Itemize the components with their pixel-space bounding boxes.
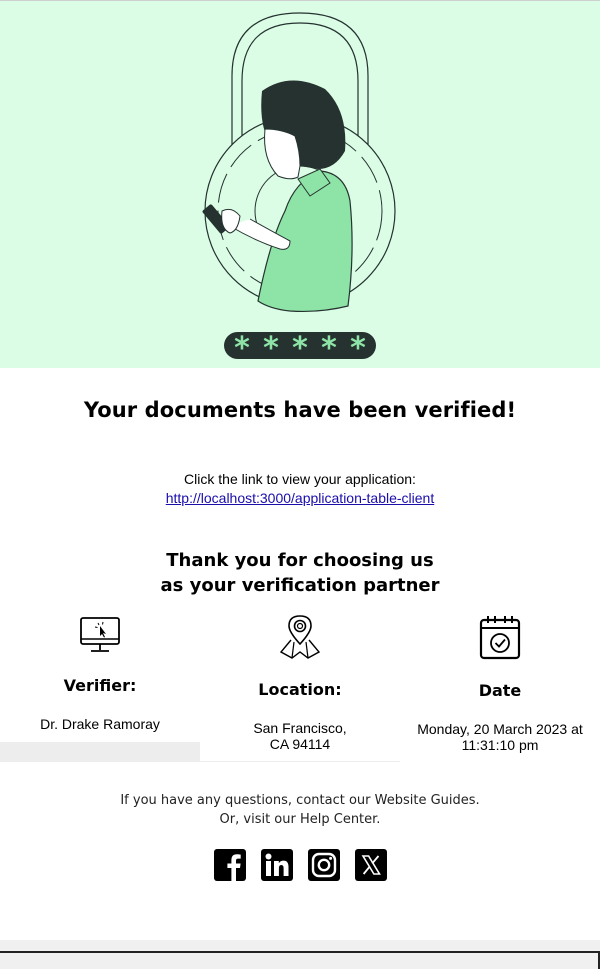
verifier-value: Dr. Drake Ramoray: [40, 716, 160, 732]
location-value-line-2: CA 94114: [269, 736, 331, 752]
woman-with-phone-padlock-illustration: [202, 12, 396, 313]
x-icon[interactable]: [355, 849, 387, 881]
location-title: Location:: [258, 680, 342, 699]
help-text-line-1: If you have any questions, contact our W…: [120, 793, 480, 808]
application-link[interactable]: http://localhost:3000/application-table-…: [166, 490, 435, 506]
date-column: Date Monday, 20 March 2023 at 11:31:10 p…: [400, 614, 600, 753]
linkedin-icon[interactable]: [261, 849, 293, 881]
mask-char: *: [321, 331, 337, 366]
thanks-line-2: as your verification partner: [160, 575, 440, 596]
mask-char: *: [292, 331, 308, 366]
help-text-line-2: Or, visit our Help Center.: [219, 812, 381, 827]
location-value-line-1: San Francisco,: [253, 720, 347, 736]
mask-char: *: [350, 331, 366, 366]
divider: [200, 761, 400, 762]
computer-icon: [80, 617, 120, 652]
footer-band: [0, 940, 600, 969]
application-link-row: http://localhost:3000/application-table-…: [0, 490, 600, 506]
hero-banner: * * * * *: [0, 1, 600, 368]
password-mask-pill: * * * * *: [224, 331, 376, 366]
thanks-line-1: Thank you for choosing us: [166, 550, 434, 571]
link-label: Click the link to view your application:: [184, 471, 416, 487]
mask-char: *: [234, 331, 250, 366]
location-column: Location: San Francisco, CA 94114: [200, 614, 400, 752]
instagram-icon[interactable]: [308, 849, 340, 881]
gray-strip: [0, 742, 200, 762]
date-value-line-1: Monday, 20 March 2023 at: [417, 721, 583, 737]
social-links: [214, 849, 387, 881]
calendar-check-icon: [479, 616, 521, 660]
verifier-title: Verifier:: [63, 676, 137, 695]
date-title: Date: [478, 681, 522, 700]
mask-char: *: [263, 331, 279, 366]
date-value-line-2: 11:31:10 pm: [461, 737, 539, 753]
facebook-icon[interactable]: [214, 849, 246, 881]
verifier-column: Verifier: Dr. Drake Ramoray: [0, 614, 200, 732]
thank-you-message: Thank you for choosing us as your verifi…: [0, 548, 600, 598]
page-title: Your documents have been verified!: [83, 398, 517, 422]
bottom-border: [0, 951, 600, 953]
location-map-icon: [279, 615, 321, 659]
